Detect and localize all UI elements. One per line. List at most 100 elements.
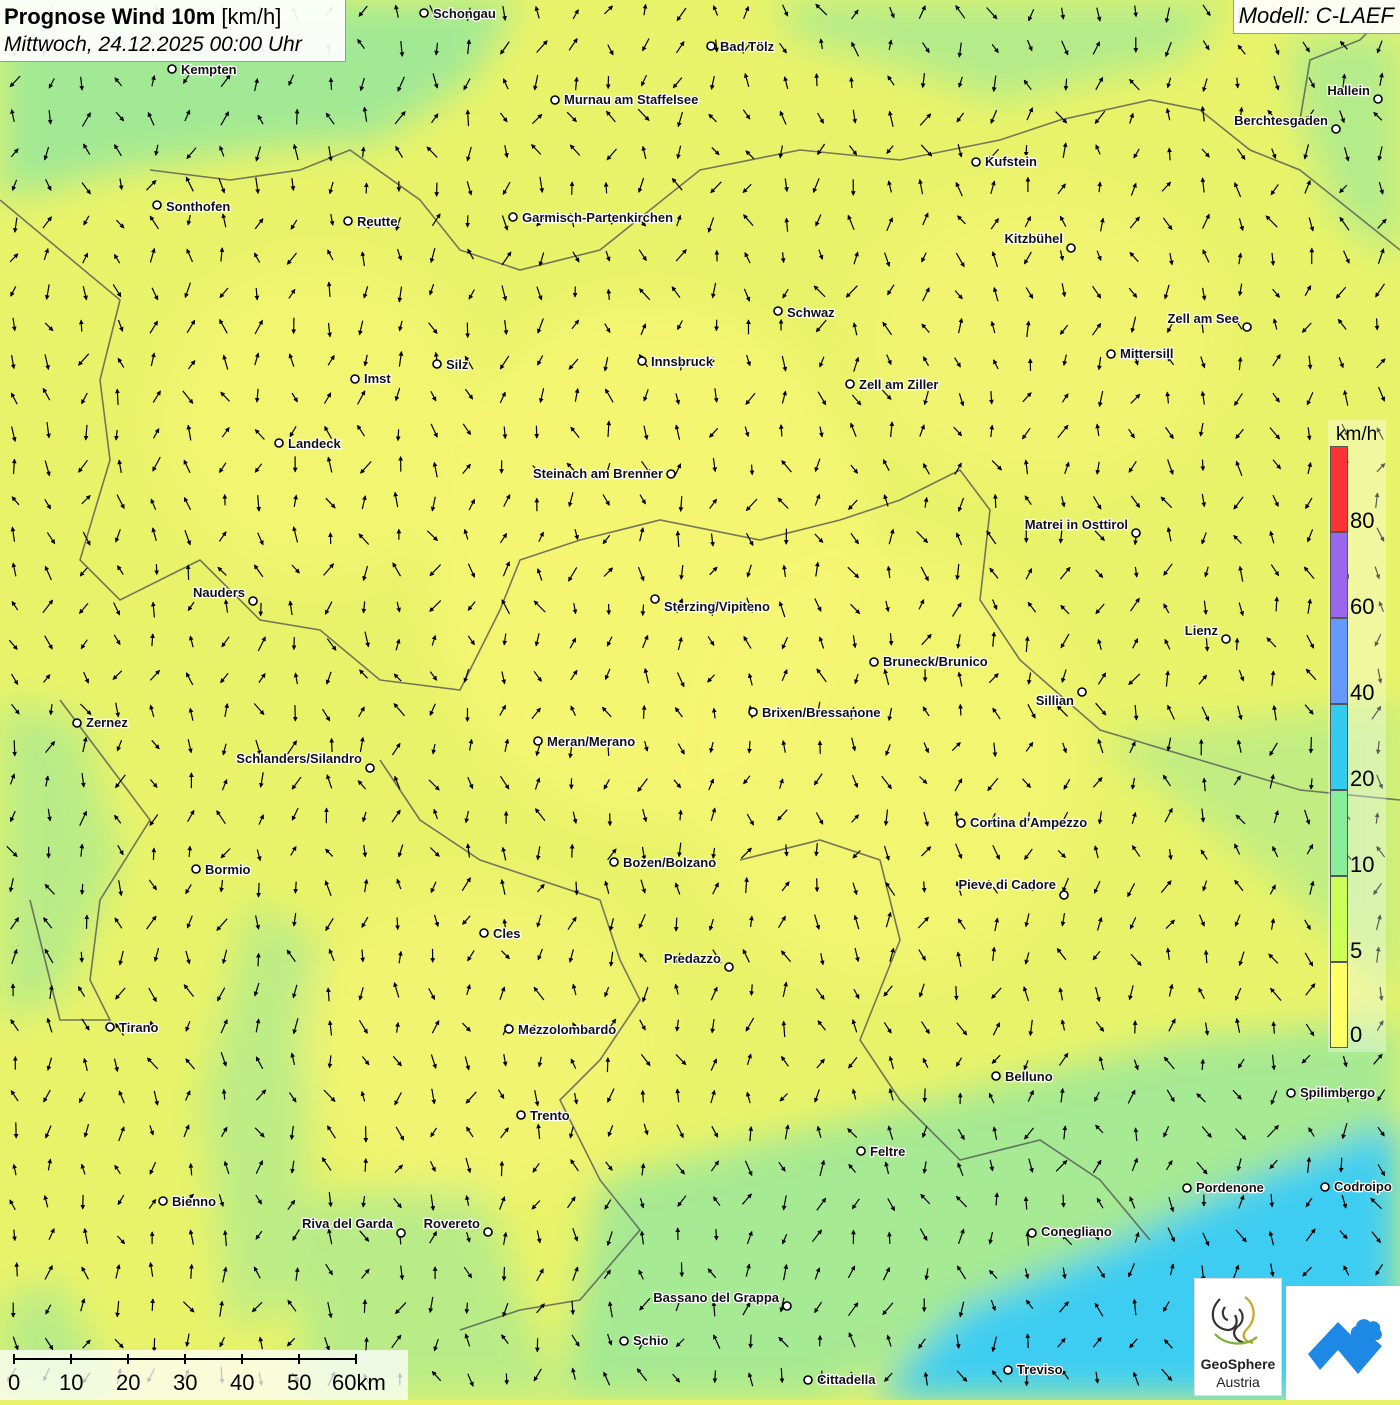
city-label: Conegliano (1041, 1224, 1112, 1239)
wind-arrow (1063, 1195, 1064, 1207)
legend-swatch (1330, 790, 1348, 876)
city-label: Sillian (1036, 693, 1074, 708)
wind-arrow (153, 848, 154, 860)
wind-arrow (889, 1232, 890, 1243)
scale-tick (13, 1354, 15, 1364)
city-marker (420, 9, 428, 17)
scale-label: 10 (59, 1370, 83, 1396)
city-label: Codroipo (1334, 1179, 1392, 1194)
city-marker (870, 658, 878, 666)
wind-arrow (295, 705, 296, 721)
city-label: Reutte (357, 214, 397, 229)
city-label: Bruneck/Brunico (883, 654, 988, 669)
city-label: Feltre (870, 1144, 905, 1159)
city-marker (667, 470, 675, 478)
wind-arrow (607, 1058, 608, 1072)
city-marker (366, 764, 374, 772)
city-marker (610, 858, 618, 866)
city-label: Matrei in Osttirol (1025, 517, 1128, 532)
legend-swatch (1330, 962, 1348, 1048)
legend-label: 60 (1350, 594, 1374, 620)
city-label: Imst (364, 371, 391, 386)
city-label: Mittersill (1120, 346, 1173, 361)
geosphere-logo-icon (1195, 1279, 1281, 1359)
city-marker (1332, 125, 1340, 133)
city-label: Hallein (1327, 83, 1370, 98)
city-label: Trento (530, 1108, 570, 1123)
city-marker (1060, 891, 1068, 899)
wind-arrow (643, 605, 644, 616)
city-label: Schwaz (787, 305, 835, 320)
city-marker (192, 865, 200, 873)
wind-arrow (297, 109, 298, 124)
city-label: Landeck (288, 436, 342, 451)
map-timestamp: Mittwoch, 24.12.2025 00:00 Uhr (4, 31, 345, 59)
city-marker (344, 217, 352, 225)
wind-arrow (261, 603, 262, 616)
wind-arrow (576, 882, 577, 895)
legend-label: 10 (1350, 852, 1374, 878)
wind-arrow (188, 565, 189, 580)
city-label: Bad Tölz (720, 39, 775, 54)
wind-arrow (1276, 597, 1277, 611)
wind-arrow (504, 1267, 505, 1281)
wind-arrow (502, 1162, 503, 1177)
city-marker (804, 1376, 812, 1384)
wind-arrow (332, 739, 333, 752)
city-marker (857, 1147, 865, 1155)
wind-arrow (749, 741, 750, 753)
city-marker (397, 1229, 405, 1237)
city-label: Zell am Ziller (859, 377, 938, 392)
city-label: Belluno (1005, 1069, 1053, 1084)
city-label: Kempten (181, 62, 237, 77)
city-label: Schongau (433, 6, 496, 21)
wind-arrow (644, 706, 645, 719)
wind-arrow (152, 1299, 153, 1311)
city-label: Zell am See (1167, 311, 1239, 326)
wind-arrow (925, 1089, 926, 1102)
city-marker (1078, 688, 1086, 696)
city-marker (783, 1302, 791, 1310)
city-marker (1004, 1366, 1012, 1374)
scale-tick (127, 1354, 129, 1364)
model-label: Modell: C-LAEF (1233, 0, 1400, 34)
city-label: Predazzo (664, 951, 721, 966)
wind-arrow (258, 883, 259, 897)
city-label: Treviso (1017, 1362, 1063, 1377)
wind-arrow (960, 705, 961, 716)
wind-arrow (820, 741, 821, 754)
wind-arrow (676, 918, 677, 931)
wind-arrow (751, 1335, 752, 1348)
wind-arrow (82, 884, 83, 894)
wind-arrow (817, 74, 818, 86)
city-marker (1067, 244, 1075, 252)
city-marker (153, 201, 161, 209)
city-marker (249, 597, 257, 605)
app-logo[interactable] (1286, 1286, 1400, 1400)
wind-arrow (189, 846, 190, 857)
city-label: Riva del Garda (302, 1216, 394, 1231)
city-marker (1321, 1183, 1329, 1191)
city-marker (1287, 1089, 1295, 1097)
wind-forecast-map[interactable]: SchongauBad TölzKemptenMurnau am Staffel… (0, 0, 1400, 1400)
geosphere-logo-line2: Austria (1196, 1374, 1280, 1390)
wind-arrow (1203, 460, 1204, 471)
city-marker (725, 963, 733, 971)
city-marker (1132, 529, 1140, 537)
city-label: Sonthofen (166, 199, 230, 214)
wind-arrow (17, 1263, 18, 1277)
wind-arrow (81, 320, 82, 331)
city-label: Sterzing/Vipiteno (664, 599, 770, 614)
scale-tick (355, 1354, 357, 1364)
city-label: Rovereto (424, 1216, 480, 1231)
wind-arrow (716, 1229, 717, 1240)
city-marker (749, 708, 757, 716)
wind-arrow (1377, 318, 1378, 329)
wind-arrow (397, 917, 398, 929)
wind-arrow (14, 740, 15, 756)
city-marker (638, 357, 646, 365)
city-label: Mezzolombardo (518, 1022, 616, 1037)
wind-arrow (258, 954, 259, 967)
city-label: Cittadella (817, 1372, 876, 1387)
city-marker (620, 1337, 628, 1345)
